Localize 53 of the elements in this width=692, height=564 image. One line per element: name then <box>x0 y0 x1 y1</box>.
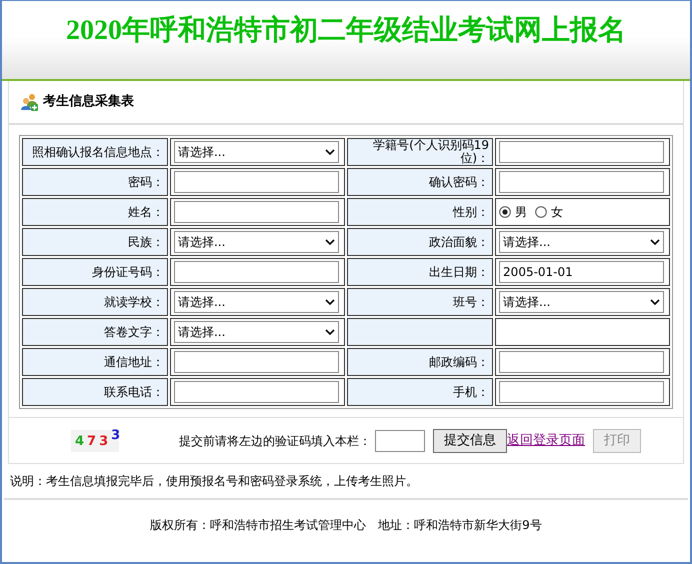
field-label: 政治面貌： <box>429 234 490 249</box>
panel-title: 考生信息采集表 <box>43 92 134 112</box>
note-text: 说明：考生信息填报完毕后，使用预报名号和密码登录系统，上传考生照片。 <box>4 464 688 500</box>
captcha-prompt: 提交前请将左边的验证码填入本栏： <box>179 432 371 450</box>
field-label: 身份证号码： <box>92 264 164 279</box>
input-field[interactable] <box>499 141 664 164</box>
input-field[interactable] <box>174 261 339 284</box>
radio-button[interactable] <box>499 206 512 218</box>
field-label: 密码： <box>128 174 164 189</box>
chevron-down-icon <box>324 329 335 336</box>
field-label: 联系电话： <box>104 384 164 399</box>
field-label: 通信地址： <box>104 354 164 369</box>
field-label: 姓名： <box>128 204 164 219</box>
footer-text: 版权所有：呼和浩特市招生考试管理中心 地址：呼和浩特市新华大街9号 <box>149 517 543 534</box>
captcha-image: 4 7 3 3 <box>71 430 119 452</box>
field-label: 照相确认报名信息地点： <box>32 144 164 159</box>
input-field[interactable] <box>174 381 339 404</box>
field-label: 民族： <box>128 234 164 249</box>
select-field[interactable]: 请选择... <box>499 231 664 254</box>
input-field[interactable] <box>499 381 664 404</box>
field-label: 手机： <box>453 384 490 399</box>
field-label: 性别： <box>453 204 490 219</box>
field-label: 确认密码： <box>429 174 490 189</box>
users-icon <box>21 93 39 111</box>
captcha-field[interactable] <box>375 430 425 452</box>
chevron-down-icon <box>324 299 335 306</box>
input-field[interactable] <box>499 351 664 374</box>
select-field[interactable]: 请选择... <box>499 291 664 314</box>
radio-label: 男 <box>515 204 528 222</box>
input-field[interactable] <box>174 351 339 374</box>
back-link[interactable]: 返回登录页面 <box>507 431 585 451</box>
field-label: 邮政编码： <box>429 354 490 369</box>
field-label: 班号： <box>453 294 490 309</box>
chevron-down-icon <box>650 239 660 246</box>
field-label: 学籍号(个人识别码19位)： <box>373 138 490 166</box>
page-title: 2020年呼和浩特市初二年级结业考试网上报名 <box>66 14 626 48</box>
radio-button[interactable] <box>535 206 548 218</box>
input-field[interactable] <box>499 171 664 194</box>
chevron-down-icon <box>324 239 335 246</box>
chevron-down-icon <box>324 149 335 156</box>
select-field[interactable]: 请选择... <box>174 321 339 344</box>
select-field[interactable]: 请选择... <box>174 141 339 164</box>
field-label: 出生日期： <box>429 264 490 279</box>
field-label: 就读学校： <box>104 294 164 309</box>
radio-label: 女 <box>551 204 564 222</box>
select-field[interactable]: 请选择... <box>174 291 339 314</box>
field-label: 答卷文字： <box>104 324 164 339</box>
input-field[interactable] <box>174 201 339 224</box>
input-field[interactable] <box>174 171 339 194</box>
input-field[interactable]: 2005-01-01 <box>499 261 664 284</box>
submit-button[interactable]: 提交信息 <box>433 428 507 453</box>
chevron-down-icon <box>650 299 660 306</box>
select-field[interactable]: 请选择... <box>174 231 339 254</box>
